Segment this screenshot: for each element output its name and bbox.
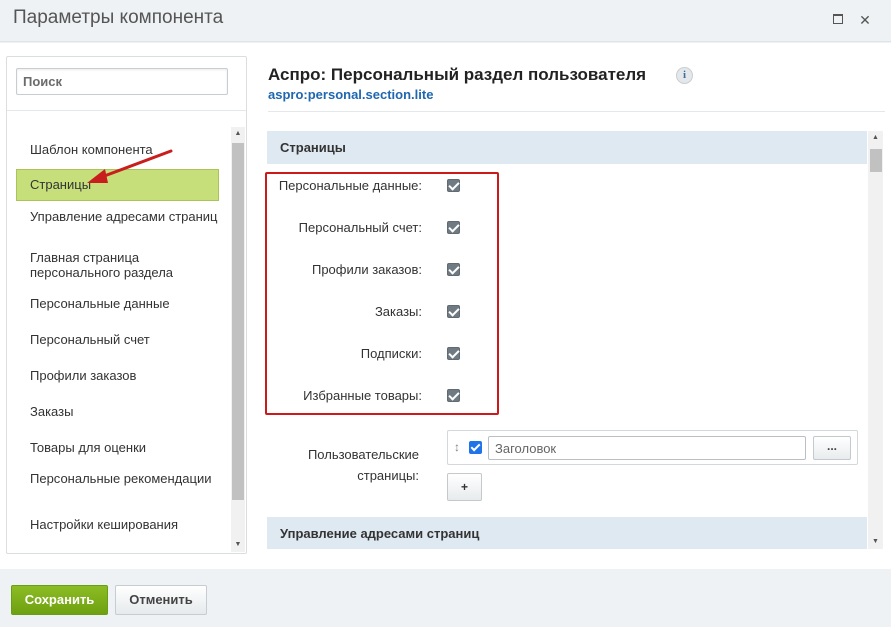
sidebar-item-order-profiles[interactable]: Профили заказов xyxy=(16,368,219,383)
dialog-content: Шаблон компонента Страницы Управление ад… xyxy=(0,43,891,569)
option-label: Персональный счет: xyxy=(298,220,422,235)
sidebar-item-recommendations[interactable]: Персональные рекомендации xyxy=(16,471,219,486)
custom-page-row: ↕ ... xyxy=(447,430,858,465)
close-icon[interactable]: ✕ xyxy=(857,12,873,28)
header-divider xyxy=(268,111,885,112)
sidebar-item-orders[interactable]: Заказы xyxy=(16,404,219,419)
scroll-up-icon[interactable]: ▲ xyxy=(868,131,883,145)
custom-page-title-input[interactable] xyxy=(489,437,805,459)
option-checkbox[interactable] xyxy=(447,221,460,234)
search-input[interactable] xyxy=(17,69,227,94)
sidebar-item-products-to-rate[interactable]: Товары для оценки xyxy=(16,440,219,455)
sidebar-item-pages[interactable]: Страницы xyxy=(16,169,219,201)
custom-page-title-field[interactable] xyxy=(488,436,806,460)
option-label: Профили заказов: xyxy=(311,262,422,277)
component-code: aspro:personal.section.lite xyxy=(268,87,434,102)
scroll-down-icon[interactable]: ▼ xyxy=(231,538,245,552)
custom-pages-label-line1: Пользовательские xyxy=(307,447,419,462)
settings-scrollbar[interactable]: ▲ ▼ xyxy=(868,131,883,549)
scrollbar-thumb[interactable] xyxy=(232,143,244,500)
scrollbar-thumb[interactable] xyxy=(870,149,882,172)
dialog-title: Параметры компонента xyxy=(13,7,224,28)
save-button[interactable]: Сохранить xyxy=(11,585,108,615)
component-title: Аспро: Персональный раздел пользователя xyxy=(268,65,647,84)
option-checkbox[interactable] xyxy=(447,347,460,360)
sidebar-divider xyxy=(7,110,246,111)
scroll-up-icon[interactable]: ▲ xyxy=(231,127,245,141)
sidebar-item-url-management[interactable]: Управление адресами страниц xyxy=(16,209,219,224)
option-checkbox[interactable] xyxy=(447,263,460,276)
settings-pane: Страницы Персональные данные: Персональн… xyxy=(267,131,883,549)
sidebar-item-personal-data[interactable]: Персональные данные xyxy=(16,296,219,311)
sidebar: Шаблон компонента Страницы Управление ад… xyxy=(6,56,247,554)
section-header-pages: Страницы xyxy=(267,131,867,164)
option-checkbox[interactable] xyxy=(447,305,460,318)
option-label: Персональные данные: xyxy=(278,178,422,193)
sidebar-scrollbar[interactable]: ▲ ▼ xyxy=(231,127,245,552)
option-label: Заказы: xyxy=(374,304,422,319)
option-checkbox[interactable] xyxy=(447,179,460,192)
sidebar-item-personal-account[interactable]: Персональный счет xyxy=(16,332,219,347)
option-checkbox[interactable] xyxy=(447,389,460,402)
maximize-icon[interactable] xyxy=(830,12,846,28)
dialog-titlebar: Параметры компонента ✕ xyxy=(0,0,891,42)
custom-page-checkbox[interactable] xyxy=(469,441,482,454)
add-page-button[interactable]: + xyxy=(447,473,482,501)
cancel-button[interactable]: Отменить xyxy=(115,585,207,615)
option-label: Подписки: xyxy=(360,346,422,361)
search-field[interactable] xyxy=(16,68,228,95)
drag-handle-icon[interactable]: ↕ xyxy=(454,440,460,454)
sidebar-item-caching[interactable]: Настройки кеширования xyxy=(16,517,219,532)
scroll-down-icon[interactable]: ▼ xyxy=(868,535,883,549)
browse-button[interactable]: ... xyxy=(813,436,851,460)
section-header-url-management: Управление адресами страниц xyxy=(267,517,867,549)
option-label: Избранные товары: xyxy=(303,388,422,403)
sidebar-item-main-page[interactable]: Главная страница персонального раздела xyxy=(16,250,219,280)
dialog-footer: Сохранить Отменить xyxy=(0,569,891,627)
info-icon[interactable]: i xyxy=(676,67,693,84)
custom-pages-label-line2: страницы: xyxy=(357,468,419,483)
sidebar-item-template[interactable]: Шаблон компонента xyxy=(16,142,219,157)
